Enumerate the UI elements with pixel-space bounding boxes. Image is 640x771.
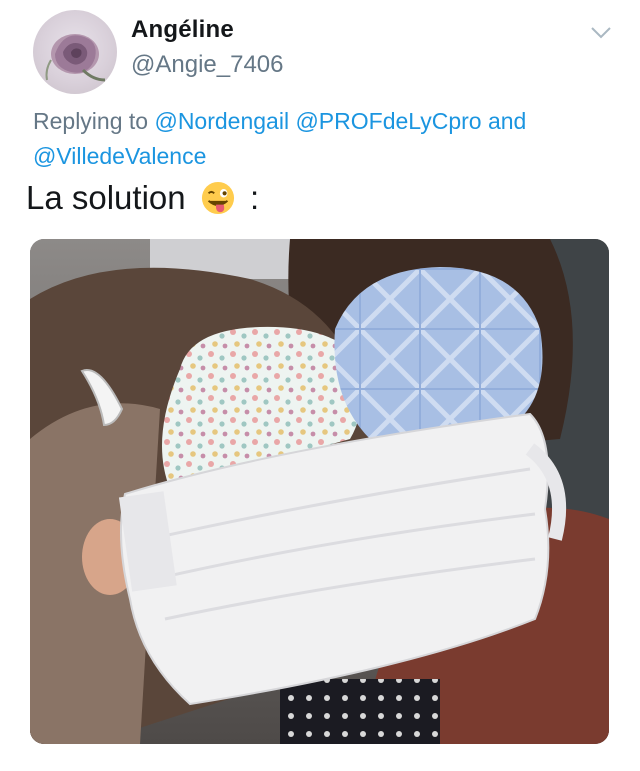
mention-link[interactable]: @PROFdeLyCpro — [295, 108, 481, 134]
tweet-photo[interactable] — [30, 239, 609, 744]
mention-link[interactable]: @VilledeValence — [33, 143, 206, 169]
tweet-text-content: La solution — [26, 179, 186, 216]
replying-to: Replying to @Nordengail @PROFdeLyCpro an… — [33, 104, 593, 174]
winking-face-with-tongue-icon — [201, 181, 234, 215]
tweet-text: La solution : — [26, 178, 259, 218]
rose-avatar-icon — [45, 34, 106, 82]
tweet-text-punctuation: : — [249, 179, 260, 216]
mention-link[interactable]: @Nordengail — [154, 108, 289, 134]
replying-to-label: Replying to — [33, 108, 149, 134]
chevron-down-icon[interactable] — [590, 26, 612, 40]
photo-image — [30, 239, 609, 744]
tweet: Angéline @Angie_7406 Replying to @Norden… — [0, 0, 640, 771]
user-handle[interactable]: @Angie_7406 — [131, 51, 283, 79]
avatar[interactable] — [33, 10, 117, 94]
mention-conjunction[interactable]: and — [488, 108, 526, 134]
display-name[interactable]: Angéline — [131, 16, 234, 44]
